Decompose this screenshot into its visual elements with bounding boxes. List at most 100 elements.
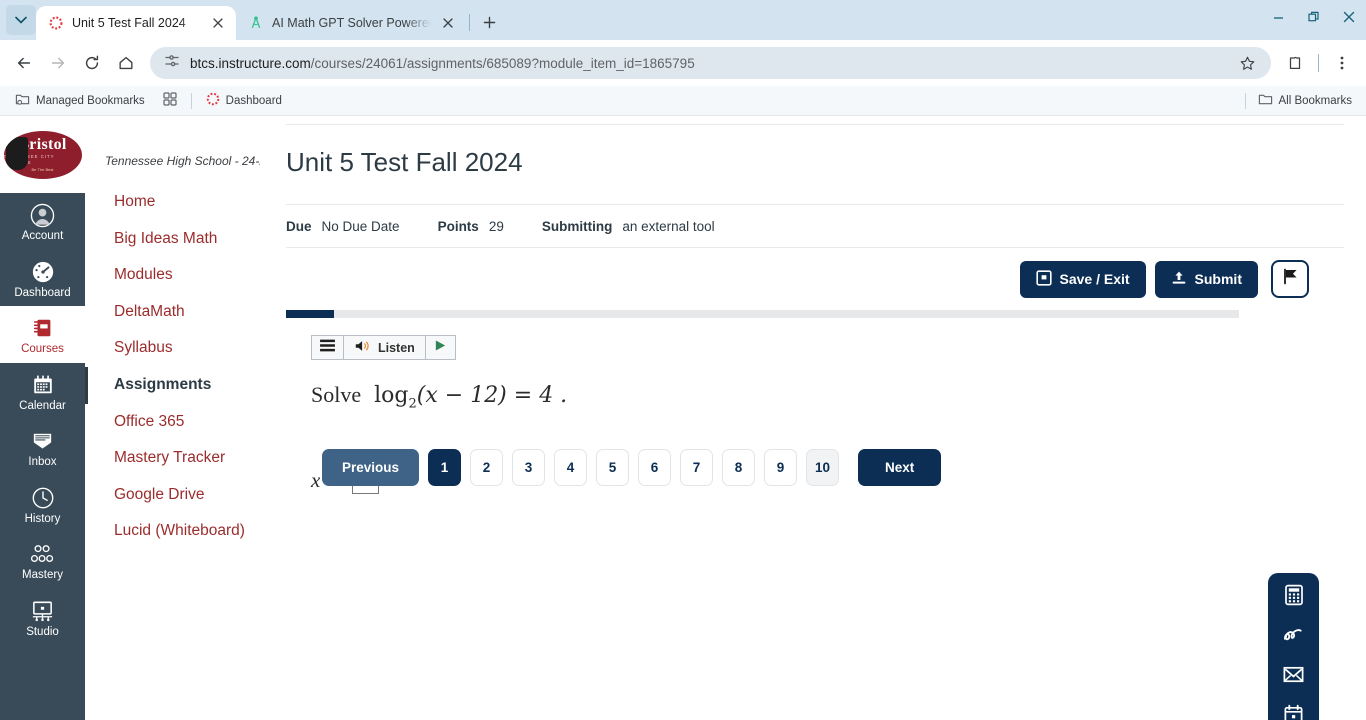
global-nav-dashboard[interactable]: Dashboard [0,250,85,307]
bristol-logo-oval: Bristol TENNESSEE CITY SCHOOLS Be The Be… [3,130,82,179]
folder-icon [1258,92,1273,110]
courses-book-icon [30,315,56,341]
course-name-breadcrumb: Tennessee High School - 24-2... [105,154,260,168]
page-button-6[interactable]: 6 [638,449,672,487]
close-icon[interactable] [209,15,226,32]
course-nav-lucid-whiteboard[interactable]: Lucid (Whiteboard) [85,513,260,550]
course-nav-home[interactable]: Home [85,184,260,221]
course-nav-syllabus[interactable]: Syllabus [85,330,260,367]
course-nav-big-ideas-math[interactable]: Big Ideas Math [85,221,260,258]
bookmark-divider [190,92,192,109]
url-path: /courses/24061/assignments/685089?module… [310,55,695,71]
due-value: No Due Date [321,219,400,234]
browser-toolbar: btcs.instructure.com/courses/24061/assig… [0,40,1366,86]
chevron-down-icon [15,16,27,24]
readspeaker-toolbar: Listen [311,335,456,360]
extensions-button[interactable] [1279,47,1311,79]
page-button-3[interactable]: 3 [512,449,546,487]
course-nav-office-365[interactable]: Office 365 [85,404,260,441]
page-button-1[interactable]: 1 [428,449,462,487]
hamburger-menu-icon [319,339,336,357]
log-base: 2 [408,396,417,412]
course-nav-modules[interactable]: Modules [85,257,260,294]
home-icon [119,56,133,70]
forward-arrow-icon [51,57,65,69]
readspeaker-menu-button[interactable] [312,336,343,359]
global-nav-studio[interactable]: Studio [0,589,85,646]
calculator-icon [1283,584,1305,611]
global-nav-label: Mastery [22,569,63,581]
school-logo[interactable]: Bristol TENNESSEE CITY SCHOOLS Be The Be… [0,116,85,193]
bookmark-dashboard[interactable]: Dashboard [200,89,288,112]
page-button-2[interactable]: 2 [470,449,504,487]
bookmark-label: All Bookmarks [1278,94,1353,107]
page-button-10[interactable]: 10 [806,449,840,487]
global-nav-inbox[interactable]: Inbox [0,419,85,476]
course-nav-google-drive[interactable]: Google Drive [85,477,260,514]
global-nav-courses[interactable]: Courses [0,306,85,363]
global-nav-label: Inbox [28,456,57,468]
maximize-button[interactable] [1296,0,1331,34]
speaker-icon [354,339,372,356]
url-text: btcs.instructure.com/courses/24061/assig… [190,56,1221,71]
scribble-button[interactable] [1282,625,1306,649]
back-button[interactable] [8,47,40,79]
browser-tab-inactive[interactable]: AI Math GPT Solver Powered by [236,6,466,40]
save-exit-label: Save / Exit [1059,271,1130,287]
next-button[interactable]: Next [858,449,942,487]
points-value: 29 [488,219,504,234]
page-button-9[interactable]: 9 [764,449,798,487]
global-nav-calendar[interactable]: Calendar [0,363,85,420]
page-button-8[interactable]: 8 [722,449,756,487]
apps-shortcut[interactable] [157,89,183,112]
page-button-4[interactable]: 4 [554,449,588,487]
quiz-progress-fill [286,310,334,318]
global-nav-mastery[interactable]: Mastery [0,532,85,589]
toolbar-divider [1318,54,1319,72]
all-bookmarks-area: All Bookmarks [1244,89,1359,113]
external-tool-frame: Save / Exit Submit Listen Solve log2(x −… [286,260,1344,720]
browser-menu-button[interactable] [1326,47,1358,79]
calculator-button[interactable] [1282,584,1306,611]
calendar-note-button[interactable] [1282,704,1306,720]
course-nav-assignments[interactable]: Assignments [85,366,260,404]
save-exit-button[interactable]: Save / Exit [1019,260,1146,298]
home-button[interactable] [110,47,142,79]
due-label: Due [286,219,312,234]
global-nav-history[interactable]: History [0,476,85,533]
global-nav-account[interactable]: Account [0,193,85,250]
flag-question-button[interactable] [1271,260,1309,298]
mastery-nodes-icon [30,541,56,567]
course-nav-deltamath[interactable]: DeltaMath [85,294,260,331]
bookmark-star-button[interactable] [1231,47,1263,79]
new-tab-button[interactable] [475,8,503,36]
browser-tab-active[interactable]: Unit 5 Test Fall 2024 [36,6,236,40]
reload-button[interactable] [76,47,108,79]
address-bar[interactable]: btcs.instructure.com/courses/24061/assig… [150,47,1271,79]
close-icon[interactable] [439,15,456,32]
page-button-5[interactable]: 5 [596,449,630,487]
global-nav-label: History [24,512,61,525]
all-bookmarks-button[interactable]: All Bookmarks [1252,89,1359,113]
readspeaker-listen-button[interactable]: Listen [343,336,425,359]
page-title: Unit 5 Test Fall 2024 [286,124,1344,178]
forward-button[interactable] [42,47,74,79]
submit-button[interactable]: Submit [1154,260,1258,298]
tab-search-button[interactable] [6,5,36,35]
page-button-7[interactable]: 7 [680,449,714,487]
global-nav-label: Courses [21,343,64,355]
question-pagination: Previous 1 2 3 4 5 6 7 8 9 10 Next [322,449,942,487]
extensions-icon [1289,56,1301,70]
previous-button[interactable]: Previous [322,449,420,487]
submitting-label: Submitting [541,219,613,234]
reload-icon [85,55,99,70]
tool-action-bar: Save / Exit Submit [286,260,1344,298]
question-prompt: Solve [311,382,362,407]
bookmark-managed-bookmarks[interactable]: Managed Bookmarks [9,89,151,113]
readspeaker-play-button[interactable] [424,336,455,359]
site-settings-icon[interactable] [164,53,180,74]
close-button[interactable] [1331,0,1366,34]
minimize-button[interactable] [1261,0,1296,34]
course-nav-mastery-tracker[interactable]: Mastery Tracker [85,440,260,477]
message-button[interactable] [1282,665,1306,689]
